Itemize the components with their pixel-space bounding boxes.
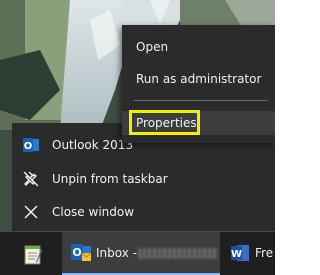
taskbar-button-label: Fre bbox=[255, 246, 274, 260]
menu-item-open[interactable]: Open bbox=[122, 35, 275, 59]
obscured-text bbox=[138, 248, 218, 259]
notepad-icon bbox=[23, 243, 43, 269]
taskbar-button-word[interactable]: W Fre bbox=[222, 232, 275, 275]
svg-text:O: O bbox=[24, 141, 33, 152]
jump-list-item-label: Unpin from taskbar bbox=[52, 172, 168, 186]
jump-list-item-close-window[interactable]: Close window bbox=[12, 198, 275, 226]
jump-list-item-label: Close window bbox=[52, 205, 135, 219]
taskbar: O Inbox - W Fre bbox=[0, 232, 275, 275]
desktop-screen: O Outlook 2013 Unpin from taskbar Close … bbox=[0, 0, 275, 275]
menu-item-run-as-administrator[interactable]: Run as administrator bbox=[122, 67, 275, 91]
menu-item-label: Open bbox=[136, 40, 169, 54]
svg-text:O: O bbox=[72, 246, 81, 259]
jump-list-item-unpin[interactable]: Unpin from taskbar bbox=[12, 165, 275, 193]
word-icon: W bbox=[230, 243, 250, 267]
menu-item-label: Run as administrator bbox=[136, 72, 262, 86]
outlook-icon: O bbox=[70, 243, 92, 267]
outlook-icon: O bbox=[22, 136, 40, 154]
close-icon bbox=[22, 203, 40, 221]
properties-highlight-box bbox=[129, 110, 200, 135]
taskbar-button-outlook[interactable]: O Inbox - bbox=[62, 232, 220, 275]
svg-text:W: W bbox=[231, 249, 242, 260]
unpin-icon bbox=[22, 170, 40, 188]
taskbar-button-notepad[interactable] bbox=[14, 232, 50, 275]
jump-list-item-label: Outlook 2013 bbox=[52, 138, 134, 152]
menu-separator bbox=[134, 100, 268, 101]
taskbar-button-label: Inbox - bbox=[96, 246, 137, 260]
